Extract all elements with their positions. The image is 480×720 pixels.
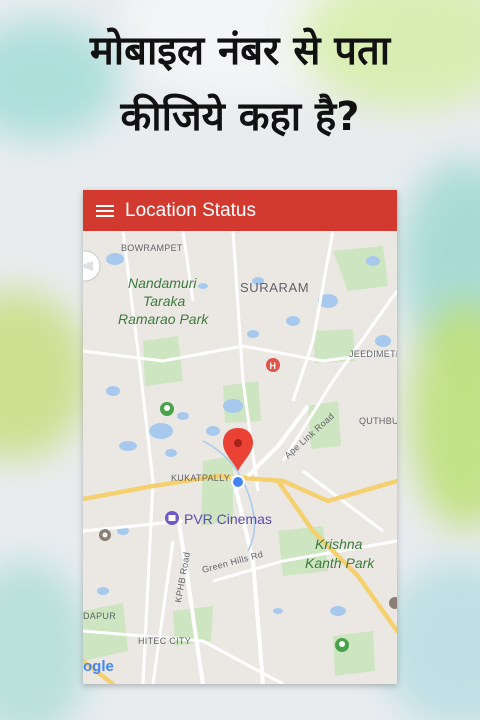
park-icon[interactable] [160,402,174,416]
label-quthbullapur: QUTHBU [359,416,397,426]
label-park-line3: Ramarao Park [118,311,209,327]
label-bowrampet: BOWRAMPET [121,243,183,253]
cinema-icon[interactable] [165,511,179,525]
label-suraram: SURARAM [240,280,309,295]
label-pvr-cinemas: PVR Cinemas [184,511,272,527]
headline-line-2: कीजिये कहा है? [120,94,360,140]
app-title: Location Status [125,199,256,221]
label-hitec-city: HITEC CITY [138,636,191,646]
app-bar: Location Status [83,190,397,231]
label-park-line1: Nandamuri [128,275,197,291]
hospital-icon[interactable]: H [266,358,280,372]
google-logo: ogle [83,658,114,675]
label-krishna-line1: Krishna [315,536,363,552]
label-dapur: DAPUR [83,611,116,621]
park-icon-2[interactable] [335,638,349,652]
phone-screen: Location Status BOWRAMPET Nandamuri Tara… [83,190,397,684]
svg-text:H: H [270,361,277,371]
headline: मोबाइल नंबर से पता कीजिये कहा है? [0,18,480,150]
hamburger-menu-icon[interactable] [96,204,114,218]
label-kukatpally: KUKATPALLY [171,473,230,483]
google-logo-text: ogle [83,658,114,675]
label-krishna-line2: Kanth Park [305,555,375,571]
map-view[interactable]: BOWRAMPET Nandamuri Taraka Ramarao Park … [83,231,397,684]
label-park-line2: Taraka [143,293,186,309]
poi-icon[interactable] [99,529,111,541]
headline-line-1: मोबाइल नंबर से पता [89,28,391,74]
current-location-dot-icon [231,475,245,489]
label-jeedimetla: JEEDIMETL [349,349,397,359]
